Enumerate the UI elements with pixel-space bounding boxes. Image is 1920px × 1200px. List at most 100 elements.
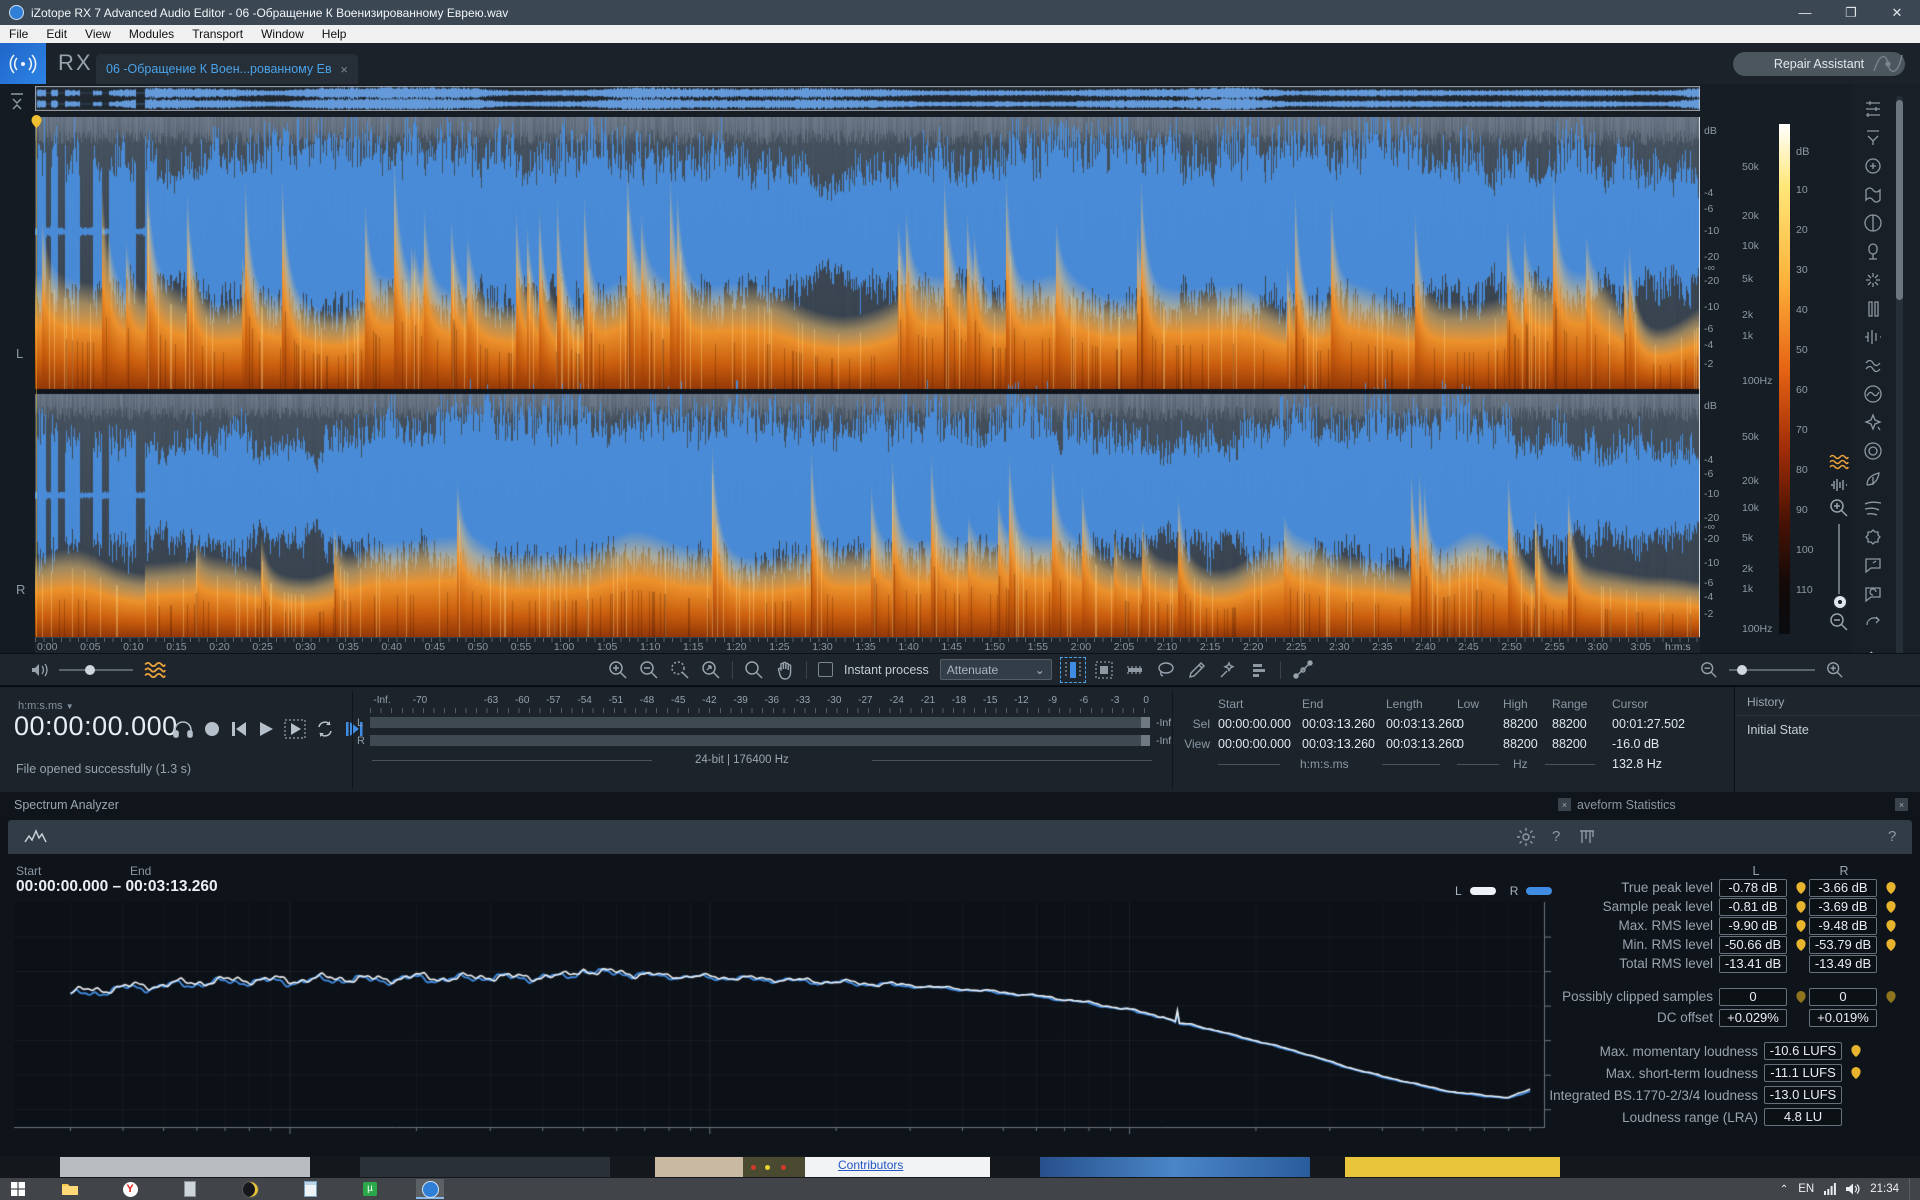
- taskbar-utorrent[interactable]: µ: [356, 1179, 384, 1199]
- menu-item-edit[interactable]: Edit: [37, 27, 76, 41]
- panel-close-icon-2[interactable]: ×: [1895, 798, 1908, 811]
- stats-value[interactable]: -13.49 dB: [1809, 955, 1877, 973]
- node-curve-icon[interactable]: [1292, 660, 1314, 680]
- taskbar-yandex-browser[interactable]: Y: [116, 1179, 144, 1199]
- hand-icon[interactable]: [775, 660, 795, 680]
- record-icon[interactable]: [203, 720, 221, 738]
- de-plosive-icon[interactable]: [1862, 155, 1886, 179]
- contrast-circle-icon[interactable]: [1862, 212, 1886, 236]
- stats-value[interactable]: 4.8 LU: [1764, 1108, 1842, 1126]
- taskbar-notepad[interactable]: [296, 1179, 324, 1199]
- de-hum-icon[interactable]: [1862, 383, 1886, 407]
- pin-icon[interactable]: [1795, 881, 1809, 895]
- horizontal-zoom-slider[interactable]: [1729, 664, 1815, 676]
- stats-value[interactable]: -9.48 dB: [1809, 917, 1877, 935]
- zoom-out-horizontal-icon[interactable]: [1700, 661, 1718, 679]
- stats-value[interactable]: -13.41 dB: [1719, 955, 1787, 973]
- zoom-out-icon[interactable]: [639, 660, 659, 680]
- tab-waveform-statistics[interactable]: aveform Statistics: [1577, 798, 1676, 812]
- instant-process-checkbox[interactable]: [818, 662, 833, 677]
- pin-icon[interactable]: [1795, 990, 1809, 1004]
- pin-icon[interactable]: [1850, 1044, 1864, 1058]
- lasso-icon[interactable]: [1156, 660, 1176, 680]
- stats-value[interactable]: +0.029%: [1719, 1009, 1787, 1027]
- zoom-out-vertical-icon[interactable]: [1829, 612, 1849, 632]
- dialogue-spiral-icon[interactable]: [1862, 583, 1886, 607]
- taskbar-calculator[interactable]: [176, 1179, 204, 1199]
- loop-icon[interactable]: [315, 720, 335, 738]
- de-click-icon[interactable]: [1862, 326, 1886, 350]
- network-icon[interactable]: [1824, 1183, 1836, 1195]
- stats-value[interactable]: -3.66 dB: [1809, 879, 1877, 897]
- stats-value[interactable]: -13.0 LUFS: [1764, 1086, 1842, 1104]
- horizontal-zoom-knob[interactable]: [1737, 665, 1747, 675]
- stats-value[interactable]: -53.79 dB: [1809, 936, 1877, 954]
- playhead-line[interactable]: [36, 117, 37, 637]
- vertical-zoom-knob[interactable]: [1832, 594, 1848, 610]
- panel-help-icon[interactable]: ?: [1888, 828, 1896, 845]
- stats-value[interactable]: -50.66 dB: [1719, 936, 1787, 954]
- pin-icon[interactable]: [1795, 919, 1809, 933]
- skip-start-icon[interactable]: [230, 720, 248, 738]
- frequency-selection-icon[interactable]: [1125, 660, 1145, 680]
- spectrogram-colorbar[interactable]: [1779, 124, 1790, 634]
- de-rustle-icon[interactable]: [1862, 469, 1886, 493]
- de-bleed-icon[interactable]: [1862, 184, 1886, 208]
- stats-value[interactable]: -0.81 dB: [1719, 898, 1787, 916]
- spectrogram-view-icon[interactable]: [1829, 454, 1849, 470]
- tray-language[interactable]: EN: [1798, 1183, 1814, 1195]
- monitor-gain-slider[interactable]: [59, 663, 133, 677]
- process-mode-dropdown[interactable]: Attenuate⌄: [940, 659, 1052, 680]
- pin-icon[interactable]: [1885, 990, 1899, 1004]
- waveform-overview[interactable]: [35, 86, 1700, 111]
- partial-arc-icon[interactable]: [1862, 611, 1886, 635]
- clip-indicator-l[interactable]: [1141, 717, 1150, 728]
- signal-flow-icon[interactable]: [1872, 51, 1904, 77]
- contributors-link[interactable]: Contributors: [838, 1158, 903, 1172]
- stats-value[interactable]: -9.90 dB: [1719, 917, 1787, 935]
- ambience-match-icon[interactable]: [1862, 526, 1886, 550]
- menu-item-view[interactable]: View: [76, 27, 120, 41]
- stats-value[interactable]: -3.69 dB: [1809, 898, 1877, 916]
- speaker-icon[interactable]: [1846, 1183, 1860, 1195]
- clip-indicator-r[interactable]: [1141, 735, 1150, 746]
- tab-close-icon[interactable]: ×: [340, 62, 348, 77]
- pin-icon[interactable]: [1885, 900, 1899, 914]
- show-desktop-button[interactable]: [1909, 1178, 1914, 1200]
- magnifier-icon[interactable]: [744, 660, 764, 680]
- playhead-time-display[interactable]: 00:00:00.000: [14, 711, 178, 742]
- stats-value[interactable]: 0: [1809, 988, 1877, 1006]
- close-button[interactable]: ✕: [1874, 0, 1920, 25]
- taskbar-izotope-rx[interactable]: [416, 1179, 444, 1199]
- play-selection-icon[interactable]: [284, 719, 306, 739]
- pin-icon[interactable]: [1885, 919, 1899, 933]
- play-icon[interactable]: [257, 720, 275, 738]
- minimize-button[interactable]: —: [1782, 0, 1828, 25]
- time-selection-icon[interactable]: [1063, 660, 1083, 680]
- collapse-chevron-icon[interactable]: [1862, 127, 1886, 151]
- dialogue-gauge-icon[interactable]: [1862, 554, 1886, 578]
- sparkle-icon[interactable]: [1862, 269, 1886, 293]
- collapse-overview-icon[interactable]: [7, 90, 27, 114]
- gain-slider-knob[interactable]: [85, 665, 95, 675]
- taskbar-media-player[interactable]: [236, 1179, 264, 1199]
- menu-item-window[interactable]: Window: [252, 27, 313, 41]
- history-item[interactable]: Initial State: [1747, 723, 1809, 737]
- playhead-pin-icon[interactable]: [30, 114, 43, 129]
- adjust-lists-icon[interactable]: [1249, 660, 1269, 680]
- spectrum-plot[interactable]: [14, 902, 1552, 1142]
- time-ruler[interactable]: 0:000:050:100:150:200:250:300:350:400:45…: [35, 637, 1700, 654]
- brush-icon[interactable]: [1187, 660, 1207, 680]
- stats-value[interactable]: -11.1 LUFS: [1764, 1064, 1842, 1082]
- menu-item-help[interactable]: Help: [313, 27, 356, 41]
- panel-close-icon[interactable]: ×: [1558, 798, 1571, 811]
- pin-icon[interactable]: [1885, 938, 1899, 952]
- zoom-in-horizontal-icon[interactable]: [1826, 661, 1844, 679]
- tab-spectrum-analyzer[interactable]: Spectrum Analyzer: [14, 798, 119, 812]
- time-frequency-selection-icon[interactable]: [1094, 660, 1114, 680]
- stats-value[interactable]: +0.019%: [1809, 1009, 1877, 1027]
- microphone-icon[interactable]: [1862, 241, 1886, 265]
- legend-l-toggle[interactable]: [1470, 887, 1496, 895]
- pin-icon[interactable]: [1795, 900, 1809, 914]
- sliders-list-icon[interactable]: [1862, 98, 1886, 122]
